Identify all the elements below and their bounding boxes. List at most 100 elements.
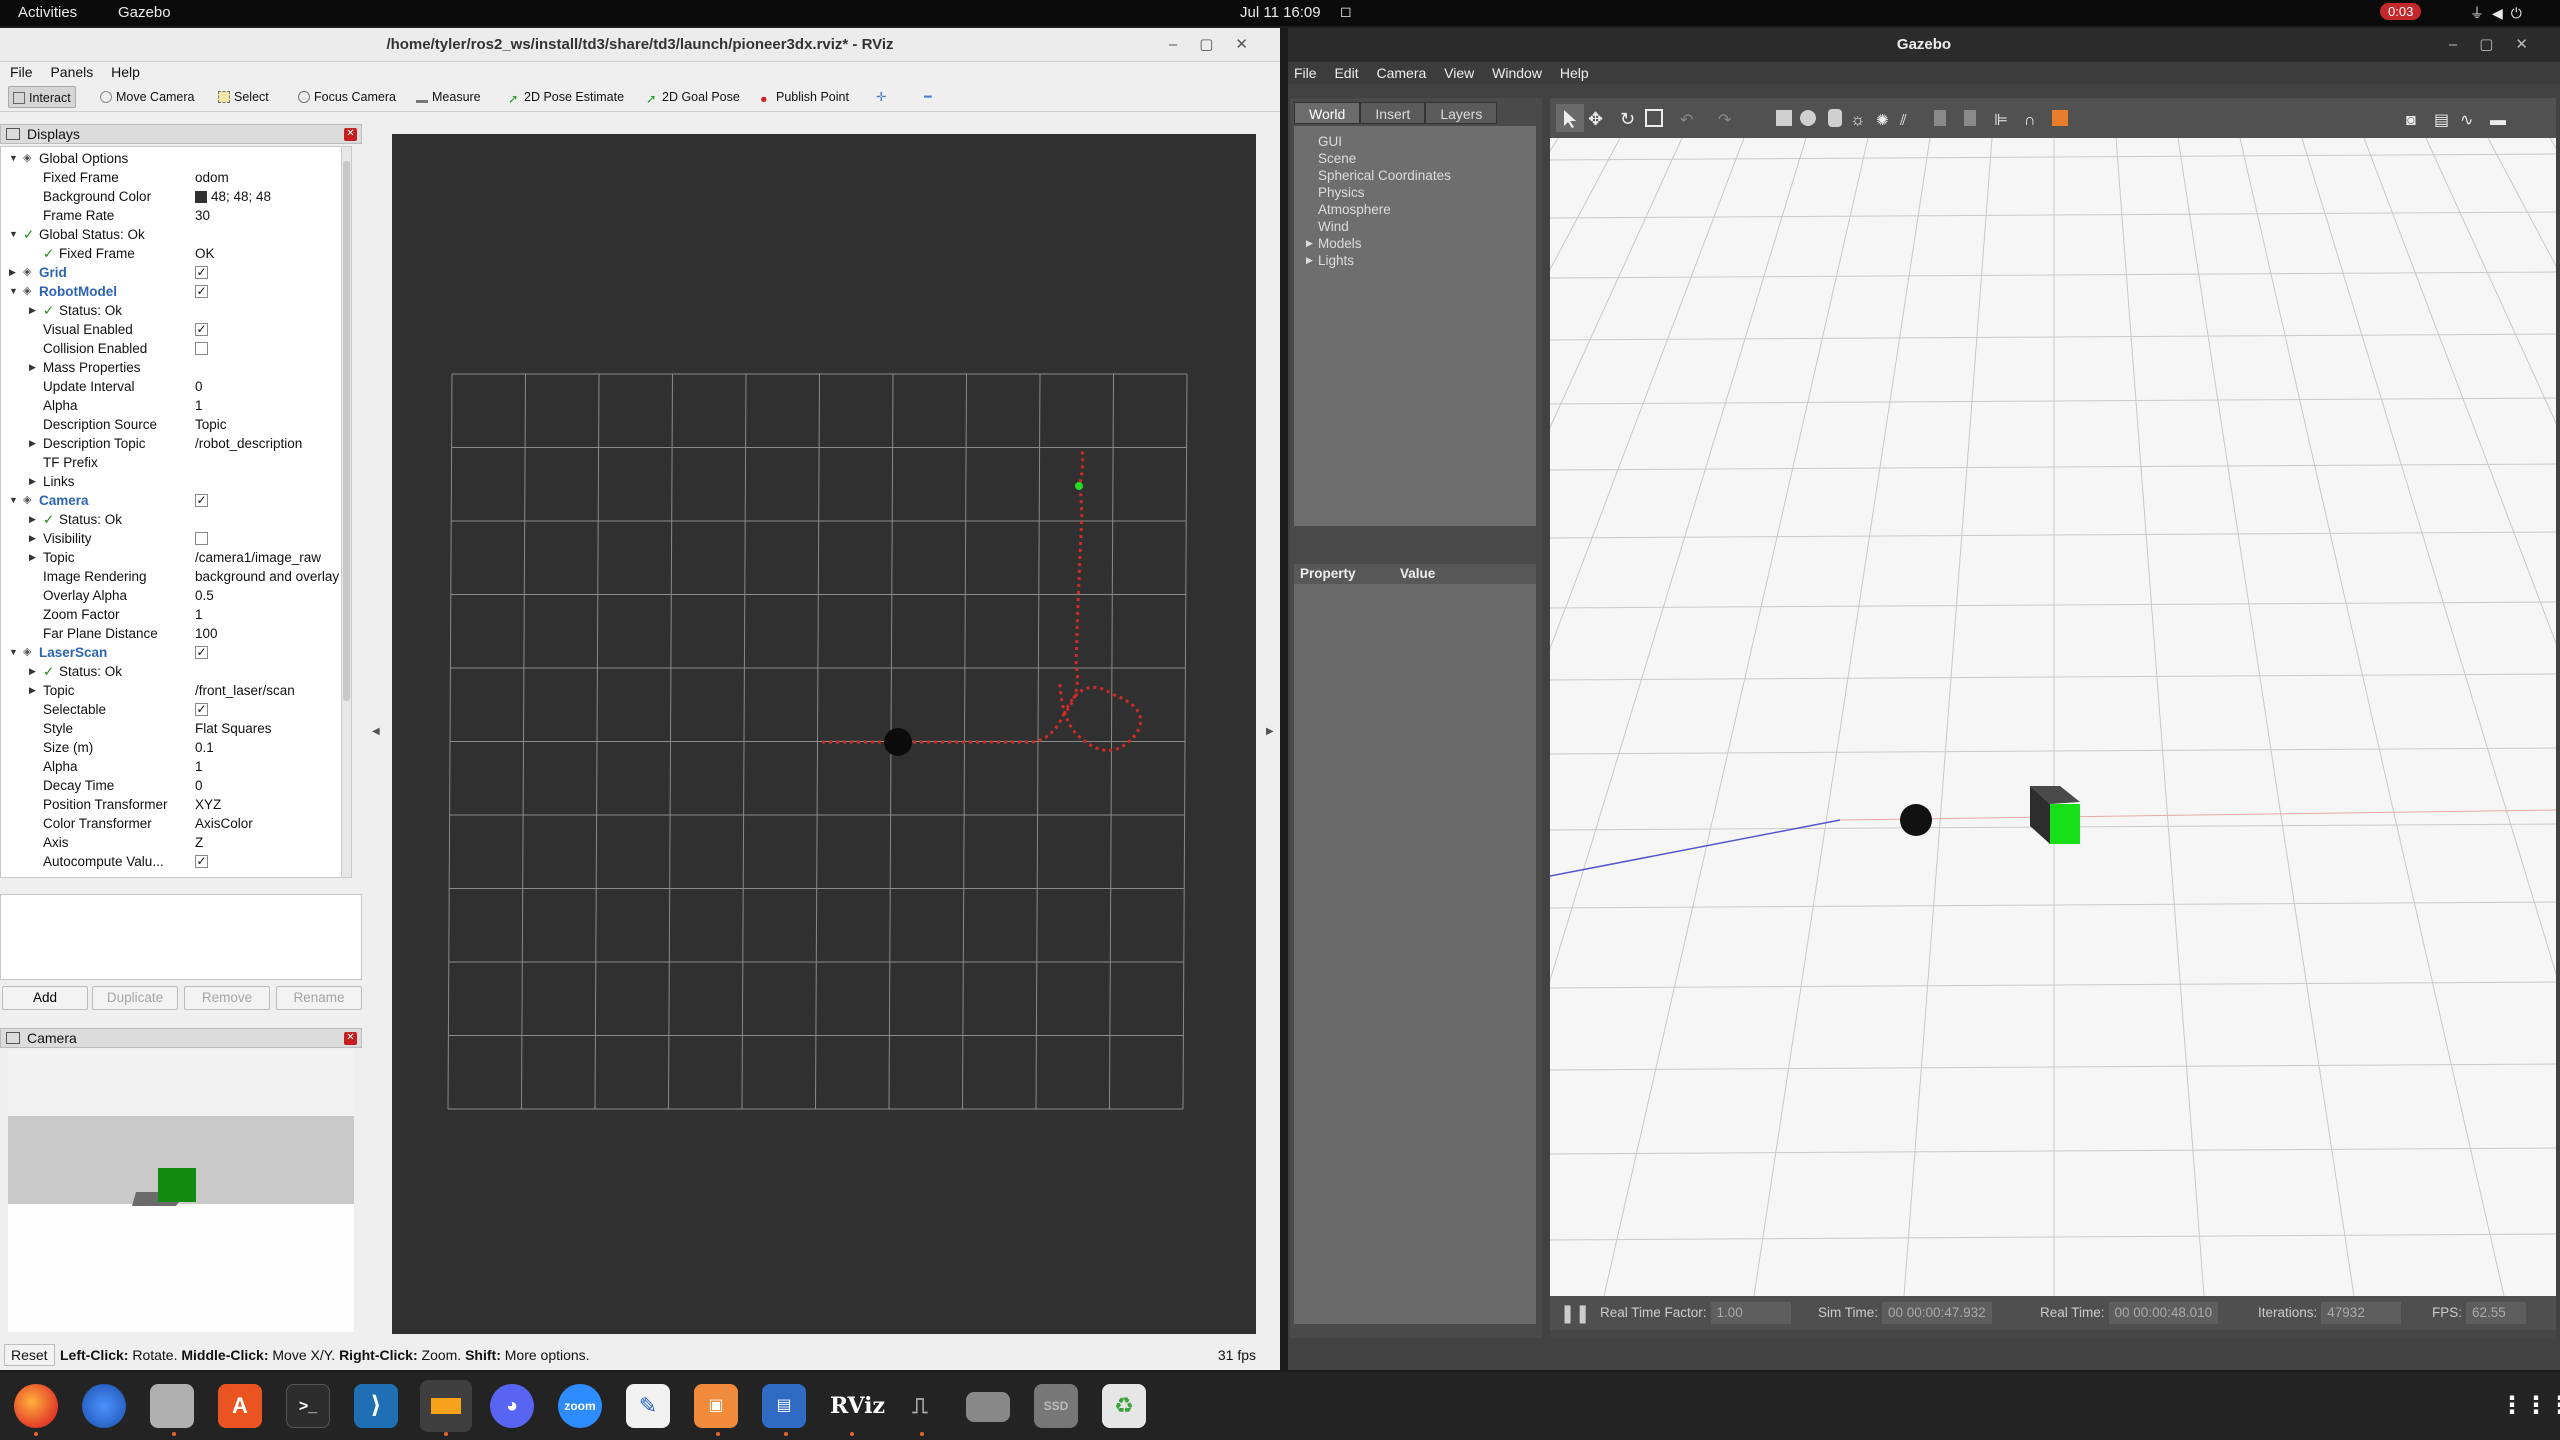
usb-drive-icon[interactable]: ⎍	[898, 1384, 942, 1428]
rviz-icon[interactable]: RViz	[830, 1384, 885, 1428]
tree-row-value[interactable]: 0	[195, 377, 349, 396]
tree-row[interactable]: Zoom Factor 1	[1, 605, 351, 624]
tree-row-value[interactable]: OK	[195, 244, 349, 263]
window-controls[interactable]: –▢✕	[2449, 28, 2550, 62]
robot-model[interactable]	[884, 728, 912, 756]
impress-icon[interactable]: ▣	[694, 1384, 738, 1428]
tree-row[interactable]: Fixed Frame odom	[1, 168, 351, 187]
tree-row[interactable]: Image Rendering background and overlay	[1, 567, 351, 586]
tree-row-value[interactable]: Z	[195, 833, 349, 852]
collapse-arrow-icon[interactable]: ▼	[9, 225, 18, 244]
tree-row-value[interactable]: 0.1	[195, 738, 349, 757]
files-icon[interactable]	[150, 1384, 194, 1428]
sublime-icon[interactable]	[420, 1380, 472, 1432]
copy-icon[interactable]	[1934, 110, 1946, 126]
world-tree-item[interactable]: Models	[1318, 236, 1362, 251]
expand-arrow-icon[interactable]: ▶	[29, 529, 36, 548]
tree-row[interactable]: ▶ ◈ Grid ✓	[1, 263, 351, 282]
tool-2d-pose-estimate[interactable]: ➚ 2D Pose Estimate	[504, 86, 628, 108]
green-box-model[interactable]	[2050, 804, 2080, 844]
camera-image-view[interactable]	[8, 1050, 354, 1332]
pioneer-robot[interactable]	[1900, 804, 1932, 836]
tree-row[interactable]: ▶ Links	[1, 472, 351, 491]
tree-row[interactable]: Position Transformer XYZ	[1, 795, 351, 814]
tree-row[interactable]: ▼ ◈ Camera ✓	[1, 491, 351, 510]
drive-icon[interactable]	[966, 1392, 1010, 1422]
paste-icon[interactable]	[1964, 110, 1976, 126]
enabled-checkbox[interactable]	[195, 342, 208, 355]
tree-row-value[interactable]: 0	[195, 776, 349, 795]
enabled-checkbox[interactable]: ✓	[195, 266, 208, 279]
display-tree[interactable]: ▼ ◈ Global Options Fixed Frame odom Backgroun…	[0, 146, 352, 878]
menu-file[interactable]: File	[1294, 65, 1317, 81]
splitter-left-arrow-icon[interactable]: ◀	[372, 726, 380, 737]
tree-row-value[interactable]: 48; 48; 48	[195, 187, 349, 206]
tree-row[interactable]: ▶ ✓ Status: Ok	[1, 510, 351, 529]
enabled-checkbox[interactable]: ✓	[195, 323, 208, 336]
screenshot-camera-icon[interactable]: ◙	[2406, 112, 2416, 129]
tree-row[interactable]: ▶ Description Topic/robot_description	[1, 434, 351, 453]
tree-row[interactable]: ▼ ◈ RobotModel ✓	[1, 282, 351, 301]
menu-help[interactable]: Help	[111, 64, 140, 80]
world-tree-item[interactable]: Lights	[1318, 253, 1354, 268]
window-controls[interactable]: –▢✕	[1169, 28, 1270, 62]
tree-row[interactable]: ▶ ✓ Status: Ok	[1, 301, 351, 320]
expand-arrow-icon[interactable]: ▶	[29, 510, 36, 529]
world-tree-item[interactable]: Scene	[1318, 151, 1356, 166]
expand-arrow-icon[interactable]: ▶	[1306, 238, 1313, 249]
tab-layers[interactable]: Layers	[1425, 102, 1498, 124]
tree-row[interactable]: Far Plane Distance 100	[1, 624, 351, 643]
tool-2d-goal-pose[interactable]: ➚ 2D Goal Pose	[642, 86, 744, 108]
tool-measure[interactable]: Measure	[412, 86, 485, 108]
tree-row[interactable]: ▶ Visibility	[1, 529, 351, 548]
enabled-checkbox[interactable]: ✓	[195, 285, 208, 298]
tree-row[interactable]: Decay Time 0	[1, 776, 351, 795]
expand-arrow-icon[interactable]: ▶	[29, 472, 36, 491]
tree-row[interactable]: TF Prefix	[1, 453, 351, 472]
tree-row[interactable]: ▶ Topic/camera1/image_raw	[1, 548, 351, 567]
tree-row[interactable]: ▶ Mass Properties	[1, 358, 351, 377]
tree-row-value[interactable]: 1	[195, 757, 349, 776]
menu-camera[interactable]: Camera	[1376, 65, 1426, 81]
tree-row[interactable]: Visual Enabled ✓	[1, 320, 351, 339]
change-view-icon[interactable]	[2052, 110, 2068, 126]
show-apps-grid-icon[interactable]: ⋮⋮⋮	[2500, 1384, 2560, 1428]
tab-insert[interactable]: Insert	[1360, 102, 1426, 124]
menu-edit[interactable]: Edit	[1334, 65, 1358, 81]
tree-row-value[interactable]: Flat Squares	[195, 719, 349, 738]
menu-window[interactable]: Window	[1492, 65, 1542, 81]
discord-icon[interactable]: ◕	[490, 1384, 534, 1428]
tree-row-value[interactable]: 30	[195, 206, 349, 225]
zoom-icon[interactable]: zoom	[558, 1384, 602, 1428]
tool-publish-point[interactable]: ● Publish Point	[756, 86, 853, 108]
tool-select[interactable]: Select	[214, 86, 273, 108]
pause-icon[interactable]: ❚❚	[1560, 1298, 1590, 1328]
snap-icon[interactable]: ∩	[2024, 112, 2036, 129]
tree-row-value[interactable]: 1	[195, 396, 349, 415]
enabled-checkbox[interactable]	[195, 532, 208, 545]
world-tree-item[interactable]: Wind	[1318, 219, 1349, 234]
gazebo-3d-view[interactable]	[1550, 138, 2556, 1296]
thunderbird-icon[interactable]	[82, 1384, 126, 1428]
trash-icon[interactable]: ♻	[1102, 1384, 1146, 1428]
tree-row-value[interactable]: AxisColor	[195, 814, 349, 833]
tree-row[interactable]: ▼ ✓ Global Status: Ok	[1, 225, 351, 244]
remove-button[interactable]: Remove	[184, 986, 270, 1010]
expand-arrow-icon[interactable]: ▶	[29, 358, 36, 377]
app-center-icon[interactable]: A	[218, 1384, 262, 1428]
clock[interactable]: Jul 11 16:09	[1240, 4, 1321, 21]
tree-row[interactable]: ▶ Topic/front_laser/scan	[1, 681, 351, 700]
expand-arrow-icon[interactable]: ▶	[29, 548, 36, 567]
world-tree-item[interactable]: Spherical Coordinates	[1318, 168, 1451, 183]
enabled-checkbox[interactable]: ✓	[195, 494, 208, 507]
translate-icon[interactable]: ✥	[1588, 109, 1603, 129]
menu-view[interactable]: View	[1444, 65, 1474, 81]
enabled-checkbox[interactable]: ✓	[195, 703, 208, 716]
tree-row[interactable]: Alpha 1	[1, 757, 351, 776]
writer-icon[interactable]: ▤	[762, 1384, 806, 1428]
tree-row-value[interactable]: /camera1/image_raw	[195, 548, 349, 567]
tree-row[interactable]: Collision Enabled	[1, 339, 351, 358]
tree-row-value[interactable]: 0.5	[195, 586, 349, 605]
tree-row[interactable]: Frame Rate 30	[1, 206, 351, 225]
tree-row-value[interactable]: 1	[195, 605, 349, 624]
